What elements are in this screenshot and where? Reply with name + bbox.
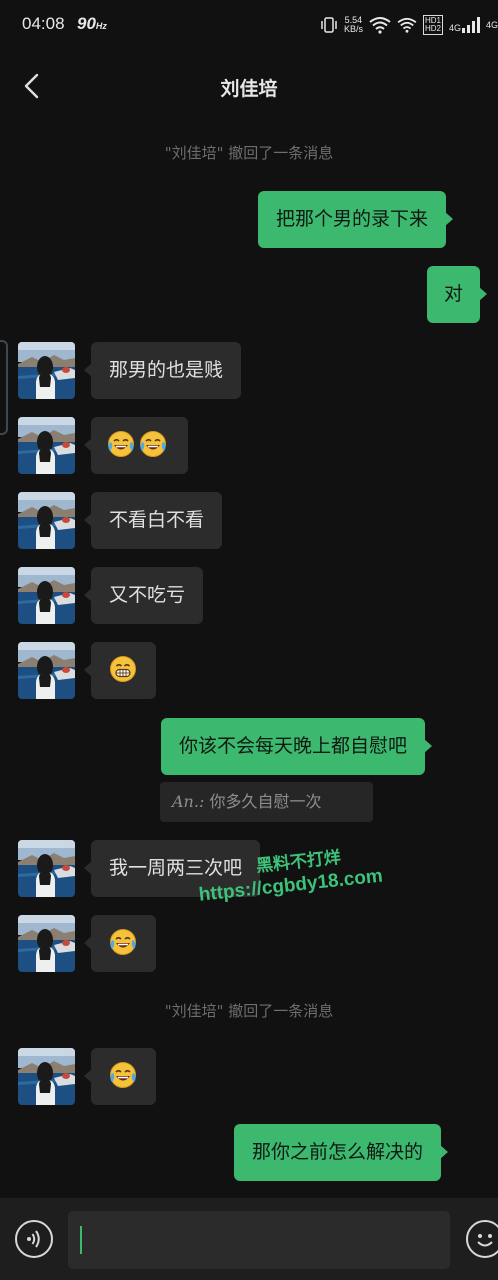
message-bubble-outgoing[interactable]: 你该不会每天晚上都自慰吧 [161, 718, 433, 775]
message-bubble-incoming[interactable]: 又不吃亏 [83, 567, 204, 624]
avatar[interactable] [18, 342, 75, 399]
text-cursor [80, 1226, 82, 1254]
message-bubble-incoming[interactable] [84, 915, 156, 972]
hd-voice-badge: HD1 HD2 [422, 15, 443, 35]
message-bubble-outgoing[interactable]: 把那个男的录下来 [258, 191, 454, 248]
quote-author: An.: [172, 792, 205, 811]
chat-input-bar [0, 1198, 498, 1280]
message-bubble-incoming[interactable] [84, 417, 188, 474]
chat-header: 刘佳培 [0, 50, 498, 122]
status-icons: 5.54 KB/s HD1 HD2 4G 4G [320, 13, 498, 37]
avatar[interactable] [18, 1048, 75, 1105]
message-bubble-incoming[interactable]: 那男的也是贱 [83, 342, 242, 399]
avatar[interactable] [18, 915, 75, 972]
network-type-label: 4G [485, 20, 498, 30]
message-bubble-incoming[interactable]: 不看白不看 [83, 492, 223, 549]
vibrate-icon [321, 17, 337, 33]
avatar[interactable] [18, 567, 75, 624]
avatar[interactable] [18, 840, 75, 897]
loudly-crying-laughing-icon [109, 928, 137, 956]
signal-bars-icon [461, 17, 480, 33]
loudly-crying-laughing-icon [107, 430, 135, 458]
message-bubble-incoming[interactable] [84, 642, 156, 699]
voice-input-button[interactable] [15, 1220, 53, 1258]
refresh-rate: 90Hz [77, 14, 107, 33]
recall-notice: "刘佳培" 撤回了一条消息 [164, 144, 334, 162]
message-bubble-outgoing[interactable]: 那你之前怎么解决的 [234, 1124, 449, 1181]
message-input[interactable] [68, 1211, 450, 1269]
signal-sim2: 4G [486, 20, 498, 30]
wifi-icon-secondary [397, 17, 417, 33]
status-bar: 04:08 90Hz 5.54 KB/s HD1 HD2 4G 4G [0, 0, 498, 50]
recall-notice: "刘佳培" 撤回了一条消息 [164, 1002, 334, 1020]
network-type-label: 4G [448, 23, 461, 33]
quoted-message[interactable]: An.: 你多久自慰一次 [160, 782, 373, 822]
quote-text: 你多久自慰一次 [209, 792, 322, 811]
message-bubble-incoming[interactable] [84, 1048, 156, 1105]
chat-title: 刘佳培 [220, 78, 278, 100]
emoji-button[interactable] [466, 1220, 498, 1258]
loudly-crying-laughing-icon [139, 430, 167, 458]
floating-side-tab[interactable] [0, 340, 8, 435]
message-bubble-outgoing[interactable]: 对 [427, 266, 488, 323]
signal-sim1: 4G [449, 17, 480, 33]
emoji-smile-icon [477, 1234, 493, 1247]
loudly-crying-laughing-icon [109, 1061, 137, 1089]
avatar[interactable] [18, 642, 75, 699]
network-speed: 5.54 KB/s [343, 15, 363, 34]
voice-input-icon [27, 1230, 40, 1248]
grimacing-grin-icon [109, 655, 137, 683]
avatar[interactable] [18, 417, 75, 474]
status-time: 04:08 [22, 14, 65, 33]
avatar[interactable] [18, 492, 75, 549]
wifi-icon [369, 17, 391, 34]
